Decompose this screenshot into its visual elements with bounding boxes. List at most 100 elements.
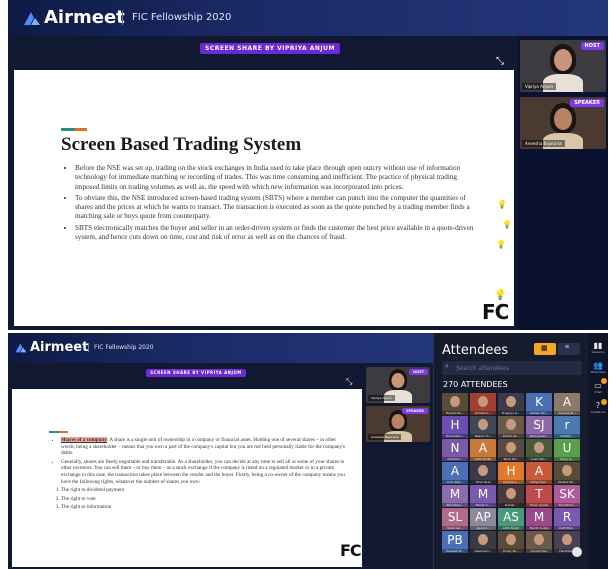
attendee-name: Shreyansh... — [526, 434, 552, 438]
attendee-avatar[interactable]: H Himanshu... — [442, 416, 468, 438]
scroll-handle[interactable] — [572, 547, 582, 557]
attendee-avatar[interactable]: Arnold Dev — [526, 531, 552, 553]
grid-view-toggle[interactable]: ▦ — [534, 343, 556, 355]
slide-bullet: Before the NSE was set up, trading on th… — [75, 164, 479, 192]
slide-accent-orange — [59, 431, 68, 433]
attendee-avatar[interactable]: T Tarun Gupta — [526, 485, 552, 507]
attendee-name: Tarun Gupta — [526, 503, 552, 507]
attendee-name: Arnold Dev — [526, 549, 552, 553]
attendee-initials: A — [562, 395, 572, 409]
attendee-photo — [478, 534, 488, 545]
attendee-avatar[interactable]: Harshil Sh... — [442, 393, 468, 415]
attendee-photo — [478, 396, 488, 407]
attendee-avatar[interactable]: N Nimisha... — [442, 439, 468, 461]
attendee-avatar[interactable]: Vedant Sh... — [554, 462, 580, 484]
attendee-avatar[interactable]: SL Sristi Lal... — [442, 508, 468, 530]
slide-bullet: SBTS electronically matches the buyer an… — [75, 224, 479, 243]
attendee-avatar[interactable]: Ansh Pan... — [526, 439, 552, 461]
attendee-photo — [562, 465, 572, 476]
attendee-name: Vedant Sh... — [554, 480, 580, 484]
attendee-name: Shrey Sh... — [498, 549, 524, 553]
attendee-name: Pragnya G... — [498, 411, 524, 415]
stage-area: SCREEN SHARE BY VIPRIYA ANJUM ⤡ Shares o… — [8, 363, 433, 569]
slide-body: Before the NSE was set up, trading on th… — [61, 164, 479, 244]
screen-share-banner: SCREEN SHARE BY VIPRIYA ANJUM — [146, 369, 246, 377]
attendee-name: Vaishnavi... — [470, 549, 496, 553]
attendee-avatar[interactable]: A Ananya N... — [554, 393, 580, 415]
fc-logo: FC — [340, 541, 362, 560]
airmeet-logo-icon — [15, 343, 27, 353]
rail-sessions[interactable]: ▮▮ Sessions — [588, 341, 608, 354]
attendee-avatar[interactable]: K Kishan Ch... — [526, 393, 552, 415]
attendee-name: Nimisha... — [442, 457, 468, 461]
attendees-panel: Attendees ▦ ≡ ⌕ 270 ATTENDEES Harshil Sh… — [433, 333, 588, 569]
shared-slide: Screen Based Trading System Before the N… — [14, 70, 514, 326]
speaker-badge: SPEAKER — [570, 99, 604, 107]
expand-icon[interactable]: ⤡ — [496, 56, 504, 67]
speaker-video-tile[interactable]: SPEAKER Aneesha Bajoraria — [520, 97, 606, 149]
attendee-avatar[interactable]: M Manik Gupta — [526, 508, 552, 530]
attendees-title: Attendees — [442, 343, 509, 358]
attendee-avatar[interactable]: Kumar... — [498, 485, 524, 507]
shared-slide: Shares of a company: A share is a single… — [12, 389, 362, 567]
host-badge: HOST — [409, 369, 428, 375]
attendee-initials: A — [450, 464, 460, 478]
attendee-avatar[interactable]: SK Shruthi K... — [554, 485, 580, 507]
attendee-avatar[interactable]: H Harshil A... — [498, 462, 524, 484]
attendee-avatar[interactable]: Vaishnavi... — [470, 531, 496, 553]
host-badge: HOST — [580, 42, 604, 50]
attendee-avatar[interactable]: M Mandeep... — [442, 485, 468, 507]
attendee-avatar[interactable]: R RADHIKA... — [554, 508, 580, 530]
bulb-icon: 💡 — [502, 220, 512, 229]
speaker-video-tile[interactable]: SPEAKER Aneesha Bajoraria — [366, 406, 430, 442]
attendee-avatar[interactable]: PB Prakash B... — [442, 531, 468, 553]
attendee-photo — [506, 396, 516, 407]
attendee-search[interactable]: ⌕ — [442, 361, 582, 375]
attendee-name: Harshil Sh... — [442, 411, 468, 415]
attendee-name: Himanshu... — [442, 434, 468, 438]
attendee-initials: PB — [447, 533, 463, 547]
attendee-avatar[interactable]: Tanvi Ryal — [470, 462, 496, 484]
event-title: FIC Fellowship 2020 — [132, 12, 232, 23]
attendee-avatar[interactable]: A Aditi Singh — [470, 439, 496, 461]
attendee-avatar[interactable]: AS Aditi Singh — [498, 508, 524, 530]
brand-name: Airmeet — [44, 7, 125, 28]
expand-icon[interactable]: ⤡ — [346, 377, 352, 387]
attendee-avatar[interactable]: A Arun Kap... — [442, 462, 468, 484]
attendee-avatar[interactable]: r rishabh... — [554, 416, 580, 438]
attendee-avatar[interactable]: Kumkum... — [470, 393, 496, 415]
bulb-icon: 💡 — [496, 240, 506, 249]
attendee-avatar[interactable]: U Uday G... — [554, 439, 580, 461]
search-input[interactable] — [456, 361, 576, 375]
rail-attendees[interactable]: 👥 Attendees — [588, 361, 608, 374]
speaker-face — [554, 108, 572, 130]
bottom-screenshot: Airmeet FIC Fellowship 2020 SCREEN SHARE… — [8, 333, 608, 569]
attendee-name: Apoorv... — [470, 526, 496, 530]
attendee-avatar[interactable]: Pragnya G... — [498, 393, 524, 415]
attendee-avatar[interactable]: Tanvi Kh... — [498, 439, 524, 461]
attendee-initials: AP — [475, 510, 491, 524]
host-video-tile[interactable]: HOST Vipriya Anjum — [520, 40, 606, 92]
attendees-icon: 👥 — [593, 361, 603, 370]
attendee-avatar[interactable]: A Aditya Rat... — [526, 462, 552, 484]
notification-dot — [601, 378, 607, 384]
list-view-toggle[interactable]: ≡ — [558, 343, 580, 355]
attendee-avatar[interactable]: SJ Shreyansh... — [526, 416, 552, 438]
bulb-icon: 💡 — [497, 200, 507, 209]
attendee-initials: r — [564, 418, 570, 432]
attendee-avatar[interactable]: AP Apoorv... — [470, 508, 496, 530]
attendee-name: Shruthi K... — [554, 503, 580, 507]
slide-body: Shares of a company: A share is a single… — [49, 437, 347, 513]
attendee-avatar[interactable]: M Manik G... — [470, 485, 496, 507]
attendee-name: Kishan Ch... — [526, 411, 552, 415]
host-video-tile[interactable]: HOST Vipriya Anjum — [366, 367, 430, 403]
rights-item: The right to vote — [61, 496, 347, 503]
attendee-avatar[interactable]: Shrey Sh... — [498, 531, 524, 553]
header-bar: Airmeet FIC Fellowship 2020 — [8, 0, 608, 36]
attendee-initials: SK — [559, 487, 575, 501]
attendee-avatar[interactable]: Prachi Ya... — [498, 416, 524, 438]
attendee-initials: M — [449, 487, 461, 501]
attendee-name: Tejash Ch... — [470, 434, 496, 438]
attendee-avatar[interactable]: Tejash Ch... — [470, 416, 496, 438]
attendee-photo — [562, 534, 572, 545]
